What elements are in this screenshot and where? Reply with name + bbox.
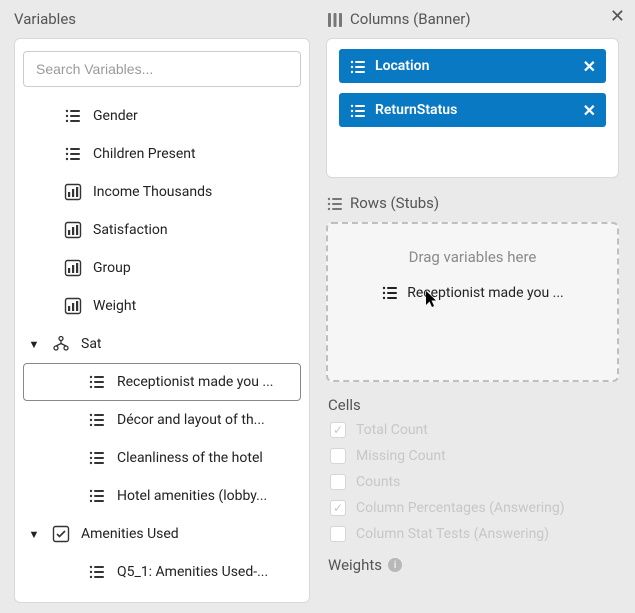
checkbox[interactable] — [330, 500, 346, 516]
bars-icon — [63, 221, 83, 239]
list-icon — [87, 487, 107, 505]
search-variables-input[interactable] — [23, 51, 301, 87]
cells-option[interactable]: Column Percentages (Answering) — [330, 500, 619, 516]
bars-icon — [63, 297, 83, 315]
columns-title: Columns (Banner) — [350, 10, 471, 28]
list-icon — [381, 284, 399, 302]
list-icon — [87, 563, 107, 581]
dragged-variable-label: Receptionist made you ... — [407, 285, 564, 301]
remove-pill-button[interactable]: ✕ — [583, 57, 596, 76]
variable-item[interactable]: ▼ Amenities Used — [23, 515, 301, 553]
variable-label: Income Thousands — [93, 184, 212, 200]
variable-label: Group — [93, 260, 131, 276]
variable-item[interactable]: Income Thousands — [23, 173, 301, 211]
list-icon — [87, 449, 107, 467]
cells-option-label: Total Count — [356, 422, 428, 438]
cells-option[interactable]: Column Stat Tests (Answering) — [330, 526, 619, 542]
cells-option[interactable]: Counts — [330, 474, 619, 490]
weights-title: Weights — [328, 556, 382, 574]
checkbox[interactable] — [330, 422, 346, 438]
variable-item[interactable]: Q5_1: Amenities Used-... — [23, 553, 301, 590]
cells-option[interactable]: Missing Count — [330, 448, 619, 464]
variable-item[interactable]: Cleanliness of the hotel — [23, 439, 301, 477]
variable-item[interactable]: Gender — [23, 97, 301, 135]
cells-option-label: Column Percentages (Answering) — [356, 500, 565, 516]
remove-pill-button[interactable]: ✕ — [583, 101, 596, 120]
weights-header: Weights i — [328, 556, 619, 574]
rows-drop-hint: Drag variables here — [409, 248, 537, 266]
cells-option-label: Counts — [356, 474, 400, 490]
expand-toggle[interactable]: ▼ — [27, 338, 41, 351]
list-icon — [87, 373, 107, 391]
variable-item[interactable]: Satisfaction — [23, 211, 301, 249]
variable-label: Receptionist made you ... — [117, 374, 274, 390]
variable-label: Amenities Used — [81, 526, 179, 542]
variable-item[interactable]: Group — [23, 249, 301, 287]
list-icon — [63, 145, 83, 163]
cells-option-label: Missing Count — [356, 448, 446, 464]
close-button[interactable]: ✕ — [610, 6, 625, 27]
variable-label: Cleanliness of the hotel — [117, 450, 263, 466]
variable-label: Children Present — [93, 146, 196, 162]
list-icon — [349, 102, 365, 118]
list-icon — [349, 58, 365, 74]
variables-panel: Variables Gender Children Present Income T… — [0, 0, 320, 613]
dragged-variable-preview: Receptionist made you ... — [381, 284, 564, 302]
variable-item[interactable]: Weight — [23, 287, 301, 325]
column-pill[interactable]: Location ✕ — [339, 49, 606, 83]
cells-option[interactable]: Total Count — [330, 422, 619, 438]
list-icon — [87, 411, 107, 429]
check-icon — [51, 525, 71, 543]
bars-icon — [63, 259, 83, 277]
checkbox[interactable] — [330, 474, 346, 490]
variable-item[interactable]: Receptionist made you ... — [23, 363, 301, 401]
columns-icon — [326, 11, 342, 27]
variable-item[interactable]: Décor and layout of th... — [23, 401, 301, 439]
columns-header: Columns (Banner) — [326, 10, 619, 28]
variable-label: Hotel amenities (lobby... — [117, 488, 267, 504]
expand-toggle[interactable]: ▼ — [27, 528, 41, 541]
cells-option-label: Column Stat Tests (Answering) — [356, 526, 549, 542]
variable-label: Satisfaction — [93, 222, 168, 238]
variable-label: Q5_1: Amenities Used-... — [117, 564, 268, 580]
bars-icon — [63, 183, 83, 201]
list-icon — [326, 195, 342, 211]
variable-item[interactable]: Hotel amenities (lobby... — [23, 477, 301, 515]
column-pill-label: Location — [375, 58, 573, 74]
column-pill-label: ReturnStatus — [375, 102, 573, 118]
list-icon — [63, 107, 83, 125]
variable-label: Sat — [81, 336, 102, 352]
cells-title: Cells — [328, 396, 619, 414]
info-icon[interactable]: i — [388, 558, 402, 572]
cells-options: Total Count Missing Count Counts Column Per… — [326, 422, 619, 542]
variables-title: Variables — [14, 10, 310, 28]
variable-item[interactable]: ▼ Sat — [23, 325, 301, 363]
columns-dropzone[interactable]: Location ✕ ReturnStatus ✕ — [326, 38, 619, 178]
rows-title: Rows (Stubs) — [350, 194, 439, 212]
checkbox[interactable] — [330, 526, 346, 542]
variable-label: Gender — [93, 108, 138, 124]
column-pill[interactable]: ReturnStatus ✕ — [339, 93, 606, 127]
checkbox[interactable] — [330, 448, 346, 464]
variables-tree: Gender Children Present Income Thousands Sa… — [23, 97, 301, 590]
rows-header: Rows (Stubs) — [326, 194, 619, 212]
variable-label: Décor and layout of th... — [117, 412, 265, 428]
variable-item[interactable]: Children Present — [23, 135, 301, 173]
cluster-icon — [51, 335, 71, 353]
rows-dropzone[interactable]: Drag variables here Receptionist made yo… — [326, 222, 619, 382]
variable-label: Weight — [93, 298, 136, 314]
